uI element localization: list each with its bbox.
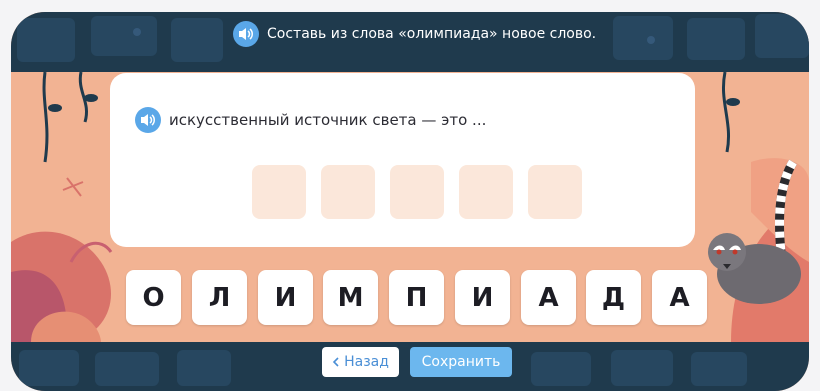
save-button[interactable]: Сохранить [410, 347, 512, 377]
speaker-icon[interactable] [233, 21, 259, 47]
letter-tile[interactable]: О [126, 270, 181, 325]
answer-slot[interactable] [459, 165, 513, 219]
letter-tile[interactable]: Д [586, 270, 641, 325]
back-button[interactable]: Назад [322, 347, 399, 377]
question-card [110, 73, 695, 247]
instruction-text: Составь из слова «олимпиада» новое слово… [267, 26, 597, 42]
instruction-header: Составь из слова «олимпиада» новое слово… [233, 19, 596, 49]
letter-tile[interactable]: Л [192, 270, 247, 325]
question: искусственный источник света — это ... [135, 106, 486, 134]
answer-slot[interactable] [528, 165, 582, 219]
chevron-left-icon [332, 357, 339, 367]
letter-tile[interactable]: А [652, 270, 707, 325]
letter-tile[interactable]: А [521, 270, 576, 325]
answer-slot[interactable] [390, 165, 444, 219]
save-button-label: Сохранить [421, 354, 501, 370]
speaker-icon[interactable] [135, 107, 161, 133]
answer-slot[interactable] [252, 165, 306, 219]
letter-tile[interactable]: И [258, 270, 313, 325]
letter-tile[interactable]: И [455, 270, 510, 325]
back-button-label: Назад [344, 354, 389, 370]
question-text: искусственный источник света — это ... [169, 111, 487, 129]
game-area: Составь из слова «олимпиада» новое слово… [11, 12, 809, 391]
answer-slot[interactable] [321, 165, 375, 219]
letter-tile[interactable]: М [323, 270, 378, 325]
letter-tile[interactable]: П [389, 270, 444, 325]
